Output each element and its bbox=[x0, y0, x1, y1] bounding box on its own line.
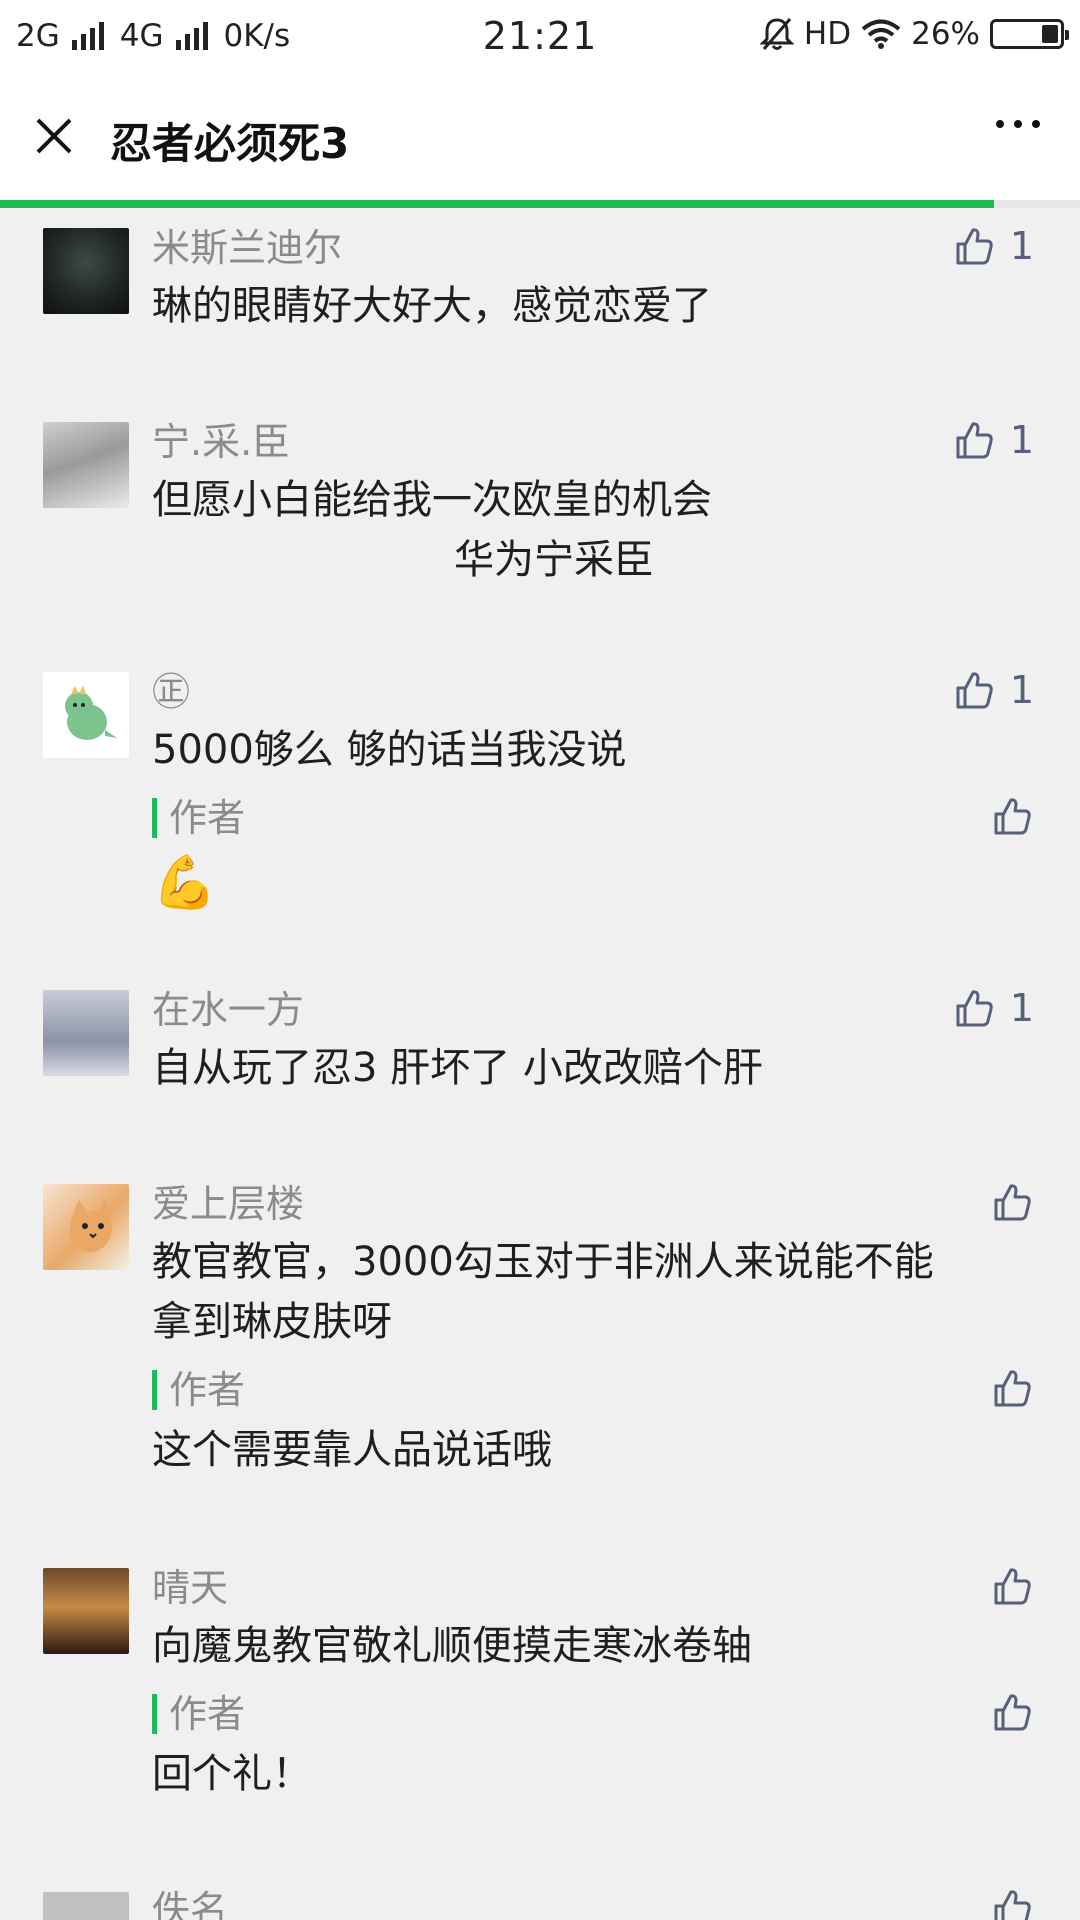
comment-text: 自从玩了忍3 肝坏了 小改改赔个肝 bbox=[152, 1045, 763, 1091]
like-button[interactable] bbox=[990, 1564, 1034, 1608]
like-button[interactable]: 1 bbox=[952, 668, 1034, 712]
reply-text: 回个礼！ bbox=[152, 1751, 312, 1797]
page-load-progress bbox=[0, 200, 1080, 208]
author-tag: 作者 bbox=[152, 798, 245, 838]
status-bar: 2G 4G 0K/s 21:21 HD 26% bbox=[0, 0, 1080, 76]
comment-item: 晴天 向魔鬼教官敬礼顺便摸走寒冰卷轴 作者 回个礼！ bbox=[0, 1560, 1080, 1882]
wifi-icon bbox=[861, 19, 901, 49]
thumbs-up-icon bbox=[956, 422, 993, 459]
like-button[interactable]: 1 bbox=[952, 986, 1034, 1030]
author-reply: 作者 💪 bbox=[152, 798, 1040, 918]
thumbs-up-icon bbox=[994, 1890, 1031, 1920]
comment-nickname[interactable]: 爱上层楼 bbox=[152, 1176, 1040, 1232]
comment-text-line-2: 拿到琳皮肤呀 bbox=[152, 1299, 392, 1345]
comment-nickname[interactable]: ㊣ bbox=[152, 664, 1040, 720]
top-nav-bar: 忍者必须死3 bbox=[0, 76, 1080, 200]
author-tag: 作者 bbox=[152, 1694, 245, 1734]
author-reply: 作者 回个礼！ bbox=[152, 1694, 1040, 1804]
mute-bell-icon bbox=[759, 18, 794, 50]
avatar[interactable] bbox=[43, 672, 129, 758]
page-load-progress-fill bbox=[0, 200, 994, 208]
comment-text: 5000够么 够的话当我没说 bbox=[152, 727, 627, 773]
avatar[interactable] bbox=[43, 422, 129, 508]
author-tag: 作者 bbox=[152, 1370, 245, 1410]
avatar[interactable] bbox=[43, 1568, 129, 1654]
thumbs-up-icon bbox=[994, 1370, 1031, 1407]
comment-list: 米斯兰迪尔 琳的眼睛好大好大，感觉恋爱了 1 宁.采.臣 但愿小白能给我一次欧皇… bbox=[0, 208, 1080, 1920]
comment-item: 宁.采.臣 但愿小白能给我一次欧皇的机会 华为宁采臣 1 bbox=[0, 402, 1080, 652]
comment-nickname[interactable]: 宁.采.臣 bbox=[152, 414, 1040, 470]
status-right: HD 26% bbox=[759, 16, 1069, 52]
comment-item: ㊣ 5000够么 够的话当我没说 1 作者 💪 bbox=[0, 652, 1080, 982]
comment-nickname[interactable]: 佚名 bbox=[152, 1882, 1040, 1920]
reply-like-button[interactable] bbox=[990, 1690, 1034, 1734]
author-reply: 作者 这个需要靠人品说话哦 bbox=[152, 1370, 1040, 1480]
thumbs-up-icon bbox=[994, 1694, 1031, 1731]
reply-like-button[interactable] bbox=[990, 794, 1034, 838]
battery-percent: 26% bbox=[911, 16, 980, 52]
thumbs-up-icon bbox=[994, 798, 1031, 835]
comment-item: 爱上层楼 教官教官，3000勾玉对于非洲人来说能不能 拿到琳皮肤呀 作者 这个需… bbox=[0, 1176, 1080, 1560]
like-button[interactable]: 1 bbox=[952, 418, 1034, 462]
battery-fill bbox=[1041, 25, 1058, 43]
more-options-button[interactable] bbox=[996, 120, 1040, 128]
reply-like-button[interactable] bbox=[990, 1366, 1034, 1410]
thumbs-up-icon bbox=[956, 228, 993, 265]
page-title: 忍者必须死3 bbox=[110, 119, 350, 168]
avatar[interactable] bbox=[43, 1892, 129, 1920]
comment-nickname[interactable]: 在水一方 bbox=[152, 982, 1040, 1038]
comment-item: 在水一方 自从玩了忍3 肝坏了 小改改赔个肝 1 bbox=[0, 982, 1080, 1176]
comment-item: 佚名 bbox=[0, 1882, 1080, 1920]
thumbs-up-icon bbox=[994, 1568, 1031, 1605]
reply-text: 这个需要靠人品说话哦 bbox=[152, 1427, 552, 1473]
avatar[interactable] bbox=[43, 1184, 129, 1270]
dinosaur-icon bbox=[65, 685, 117, 740]
like-count: 1 bbox=[1009, 986, 1034, 1030]
like-count: 1 bbox=[1009, 224, 1034, 268]
like-button[interactable] bbox=[990, 1180, 1034, 1224]
comment-text: 但愿小白能给我一次欧皇的机会 bbox=[152, 477, 712, 523]
thumbs-up-icon bbox=[956, 672, 993, 709]
cat-icon bbox=[69, 1198, 113, 1253]
like-count: 1 bbox=[1009, 668, 1034, 712]
comment-nickname[interactable]: 晴天 bbox=[152, 1560, 1040, 1616]
hd-label: HD bbox=[803, 16, 852, 52]
comment-nickname[interactable]: 米斯兰迪尔 bbox=[152, 220, 1040, 276]
reply-text: 💪 bbox=[152, 853, 217, 913]
thumbs-up-icon bbox=[994, 1184, 1031, 1221]
avatar[interactable] bbox=[43, 228, 129, 314]
thumbs-up-icon bbox=[956, 990, 993, 1027]
comment-text: 教官教官，3000勾玉对于非洲人来说能不能 bbox=[152, 1239, 934, 1285]
like-count: 1 bbox=[1009, 418, 1034, 462]
close-icon[interactable] bbox=[28, 110, 80, 162]
comment-text: 琳的眼睛好大好大，感觉恋爱了 bbox=[152, 283, 712, 329]
battery-icon bbox=[990, 19, 1069, 49]
avatar[interactable] bbox=[43, 990, 129, 1076]
comment-item: 米斯兰迪尔 琳的眼睛好大好大，感觉恋爱了 1 bbox=[0, 208, 1080, 402]
comment-text: 向魔鬼教官敬礼顺便摸走寒冰卷轴 bbox=[152, 1623, 752, 1669]
like-button[interactable]: 1 bbox=[952, 224, 1034, 268]
comment-text-line-2: 华为宁采臣 bbox=[454, 537, 654, 583]
like-button[interactable] bbox=[990, 1886, 1034, 1920]
